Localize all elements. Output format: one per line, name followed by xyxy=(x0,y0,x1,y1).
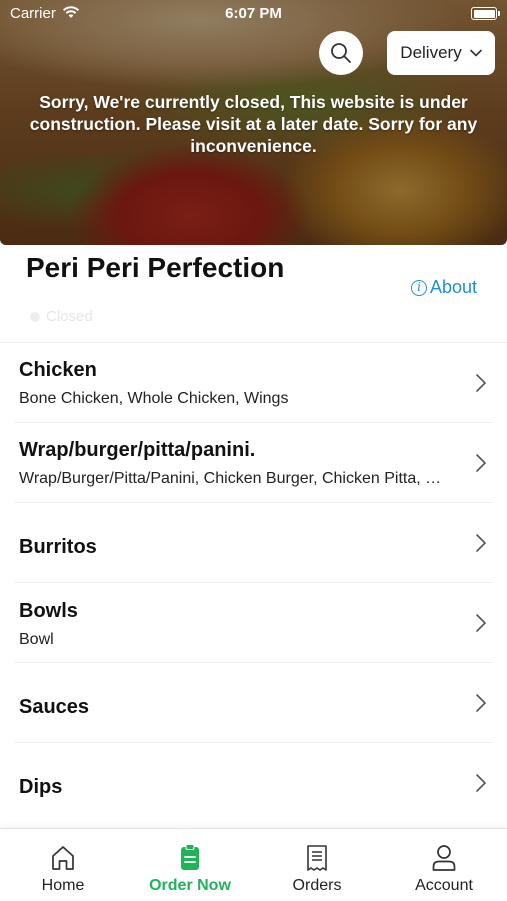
category-subtitle: Bone Chicken, Whole Chicken, Wings xyxy=(19,390,289,407)
category-row-sauces[interactable]: Sauces xyxy=(0,663,507,743)
chevron-right-icon xyxy=(476,774,486,792)
chevron-right-icon xyxy=(476,534,486,552)
order-icon xyxy=(181,844,199,870)
receipt-icon xyxy=(307,845,327,871)
delivery-mode-select[interactable]: Delivery xyxy=(387,31,495,75)
status-label: Closed xyxy=(46,308,93,325)
category-row-dips[interactable]: Dips xyxy=(0,743,507,823)
category-subtitle: Wrap/Burger/Pitta/Panini, Chicken Burger… xyxy=(19,470,449,487)
bottom-tab-bar: Home Order Now Orders Account xyxy=(0,828,507,901)
category-title: Dips xyxy=(19,776,63,798)
closed-notice: Sorry, We're currently closed, This webs… xyxy=(29,92,478,156)
category-row-burritos[interactable]: Burritos xyxy=(0,503,507,583)
about-label: About xyxy=(430,277,478,297)
restaurant-name: Peri Peri Perfection xyxy=(26,252,285,283)
clock-time: 6:07 PM xyxy=(225,5,282,22)
chevron-down-icon xyxy=(469,49,482,57)
info-icon: i xyxy=(411,279,427,296)
category-title: Bowls xyxy=(19,600,78,622)
tab-home[interactable]: Home xyxy=(0,829,126,901)
category-title: Chicken xyxy=(19,359,97,381)
category-title: Wrap/burger/pitta/panini. xyxy=(19,439,256,461)
chevron-right-icon xyxy=(476,374,486,392)
tab-label: Order Now xyxy=(149,877,231,894)
status-badge: Closed xyxy=(30,308,93,325)
tab-label: Account xyxy=(415,877,473,894)
menu-category-list: Chicken Bone Chicken, Whole Chicken, Win… xyxy=(0,342,507,798)
tab-account[interactable]: Account xyxy=(381,829,507,901)
search-icon xyxy=(331,43,351,63)
account-icon xyxy=(432,845,456,871)
chevron-right-icon xyxy=(476,614,486,632)
home-icon xyxy=(52,846,74,870)
category-row-chicken[interactable]: Chicken Bone Chicken, Whole Chicken, Win… xyxy=(0,343,507,423)
search-button[interactable] xyxy=(319,31,363,75)
tab-orders[interactable]: Orders xyxy=(254,829,380,901)
category-row-wrap-burger[interactable]: Wrap/burger/pitta/panini. Wrap/Burger/Pi… xyxy=(0,423,507,503)
chevron-right-icon xyxy=(476,454,486,472)
status-dot-icon xyxy=(30,311,40,322)
about-link[interactable]: i About xyxy=(411,277,477,298)
chevron-right-icon xyxy=(476,694,486,712)
category-subtitle: Bowl xyxy=(19,631,54,648)
category-row-bowls[interactable]: Bowls Bowl xyxy=(0,583,507,663)
tab-order-now[interactable]: Order Now xyxy=(127,829,253,901)
delivery-mode-label: Delivery xyxy=(400,43,462,62)
tab-label: Home xyxy=(41,877,85,894)
category-title: Sauces xyxy=(19,696,90,718)
status-bar: Carrier 6:07 PM xyxy=(0,0,507,28)
tab-label: Orders xyxy=(292,877,342,894)
category-title: Burritos xyxy=(19,536,97,558)
battery-icon xyxy=(471,7,500,20)
